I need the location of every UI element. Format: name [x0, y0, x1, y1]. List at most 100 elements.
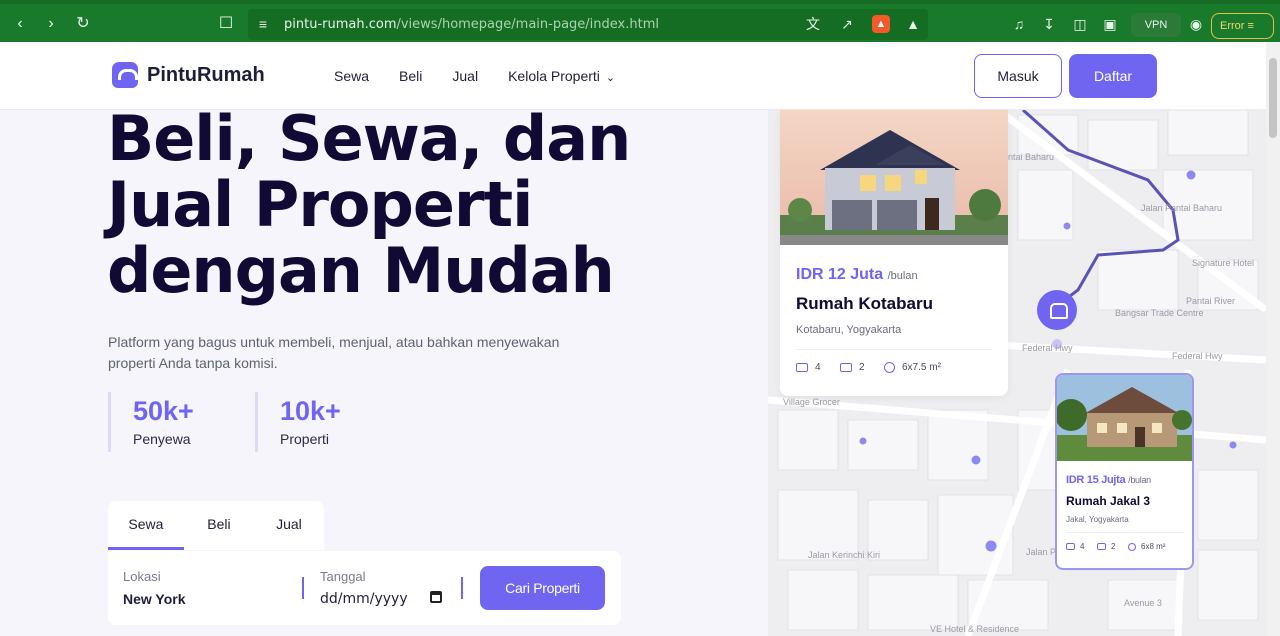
area-icon [884, 362, 895, 373]
map-label: Pantai River [1186, 296, 1236, 306]
field-divider [302, 577, 304, 599]
nav-item-label: Kelola Properti [508, 68, 600, 84]
media-icon[interactable]: ♫ [1010, 15, 1028, 33]
map-label: Signature Hotel [1192, 258, 1255, 268]
area-icon [1128, 542, 1136, 551]
price-period: /bulan [887, 270, 918, 282]
signup-button[interactable]: Daftar [1069, 54, 1157, 98]
listing-location: Jakal, Yogyakarta [1066, 515, 1129, 524]
nav-item-jual[interactable]: Jual [452, 68, 478, 84]
feature-beds: 4 [1066, 542, 1084, 551]
tab-jual[interactable]: Jual [254, 501, 324, 550]
stat-label: Properti [280, 431, 330, 447]
brand-name: PintuRumah [147, 63, 265, 86]
location-field[interactable]: New York [123, 591, 186, 607]
stat-renters: 50k+ Penyewa [108, 392, 194, 452]
translate-icon[interactable]: 文 [804, 15, 822, 33]
page-scrollbar[interactable] [1266, 42, 1280, 636]
bookmark-icon[interactable]: ☐ [216, 14, 236, 34]
stat-properties: 10k+ Properti [255, 392, 341, 452]
listing-card[interactable]: IDR 12 Juta /bulan Rumah Kotabaru Kotaba… [780, 110, 1008, 396]
main-nav: Sewa Beli Jual Kelola Properti ⌄ [334, 68, 645, 84]
date-label: Tanggal [320, 569, 366, 584]
listing-price: IDR 12 Juta /bulan [796, 266, 918, 284]
vpn-label: VPN [1144, 19, 1168, 31]
reload-icon[interactable]: ↻ [73, 14, 93, 34]
card-divider [796, 349, 992, 350]
login-button[interactable]: Masuk [974, 54, 1062, 98]
bath-icon [1097, 543, 1106, 550]
tab-beli[interactable]: Beli [184, 501, 254, 550]
forward-icon[interactable]: › [41, 14, 61, 34]
nav-item-kelola-properti[interactable]: Kelola Properti ⌄ [508, 68, 615, 84]
browser-toolbar: ‹ › ↻ ☐ ≡ pintu-rumah.com/views/homepage… [0, 0, 1280, 42]
site-info-icon[interactable]: ≡ [254, 15, 272, 33]
bed-icon [1066, 543, 1075, 550]
url-domain: pintu-rumah.com [284, 17, 397, 32]
feature-beds: 4 [796, 362, 821, 373]
feature-area: 6x8 m² [1128, 542, 1165, 551]
vpn-button[interactable]: VPN [1131, 13, 1181, 37]
listing-title: Rumah Jakal 3 [1066, 494, 1151, 508]
error-button[interactable]: Error ≡ [1211, 13, 1274, 39]
beds-value: 4 [1080, 542, 1085, 551]
url-path: /views/homepage/main-page/index.html [396, 17, 659, 32]
location-label: Lokasi [123, 569, 161, 584]
feature-area: 6x7.5 m² [884, 362, 941, 373]
nav-item-beli[interactable]: Beli [399, 68, 422, 84]
calendar-icon[interactable] [430, 591, 442, 603]
profile-icon[interactable]: ◉ [1187, 15, 1205, 33]
wallet-icon[interactable]: ▣ [1101, 15, 1119, 33]
nav-item-sewa[interactable]: Sewa [334, 68, 369, 84]
card-divider [1066, 532, 1184, 533]
download-icon[interactable]: ↧ [1040, 15, 1058, 33]
search-submit-button[interactable]: Cari Properti [480, 566, 605, 610]
field-divider [461, 577, 463, 599]
hero-description: Platform yang bagus untuk membeli, menju… [108, 334, 560, 371]
bath-icon [840, 363, 852, 372]
listing-card[interactable]: IDR 15 Jujta /bulan Rumah Jakal 3 Jakal,… [1055, 373, 1194, 570]
tab-sewa[interactable]: Sewa [108, 501, 184, 550]
price-value: IDR 12 Juta [796, 266, 884, 283]
back-icon[interactable]: ‹ [10, 14, 30, 34]
beds-value: 4 [815, 362, 821, 373]
error-label: Error [1220, 20, 1245, 32]
search-form: Lokasi New York Tanggal dd/mm/yyyy Cari … [108, 551, 621, 625]
baths-value: 2 [859, 362, 865, 373]
search-tabs: Sewa Beli Jual [108, 501, 324, 550]
price-value: IDR 15 Jujta [1066, 474, 1126, 486]
area-value: 6x7.5 m² [902, 362, 941, 373]
hero-title-line: Jual Properti [107, 168, 533, 241]
house-photo [780, 110, 1008, 245]
url-text: pintu-rumah.com/views/homepage/main-page… [284, 17, 659, 32]
map-label: Federal Hwy [1172, 351, 1223, 361]
site-header: PintuRumah Sewa Beli Jual Kelola Propert… [0, 42, 1266, 110]
stat-label: Penyewa [133, 431, 191, 447]
map-label: Federal Hwy [1022, 343, 1073, 353]
feature-baths: 2 [1097, 542, 1115, 551]
baths-value: 2 [1111, 542, 1116, 551]
sidebar-icon[interactable]: ◫ [1071, 15, 1089, 33]
price-period: /bulan [1128, 475, 1151, 485]
listing-price: IDR 15 Jujta /bulan [1066, 474, 1151, 486]
map-label: Jalan Kerinchi Kiri [808, 550, 881, 560]
share-icon[interactable]: ↗ [838, 15, 856, 33]
feature-baths: 2 [840, 362, 865, 373]
area-value: 6x8 m² [1141, 542, 1166, 551]
scrollbar-thumb[interactable] [1269, 58, 1277, 138]
map-label: Bangsar Trade Centre [1115, 308, 1204, 318]
listing-location: Kotabaru, Yogyakarta [796, 324, 902, 336]
hero-title-line: dengan Mudah [107, 234, 615, 307]
brave-shield-icon[interactable]: ▲ [872, 15, 890, 33]
brand-logo[interactable]: PintuRumah [112, 62, 265, 88]
house-photo [1057, 375, 1192, 461]
map-label: ntai Baharu [1008, 152, 1055, 162]
map-pin-house-icon[interactable] [1037, 290, 1077, 330]
brave-rewards-icon[interactable]: ▲ [904, 15, 922, 33]
listing-title: Rumah Kotabaru [796, 294, 933, 313]
date-field[interactable]: dd/mm/yyyy [320, 591, 408, 607]
stat-value: 50k+ [133, 396, 194, 426]
map-label: Avenue 3 [1124, 598, 1162, 608]
stat-value: 10k+ [280, 396, 341, 426]
address-bar[interactable]: ≡ pintu-rumah.com/views/homepage/main-pa… [248, 9, 928, 40]
